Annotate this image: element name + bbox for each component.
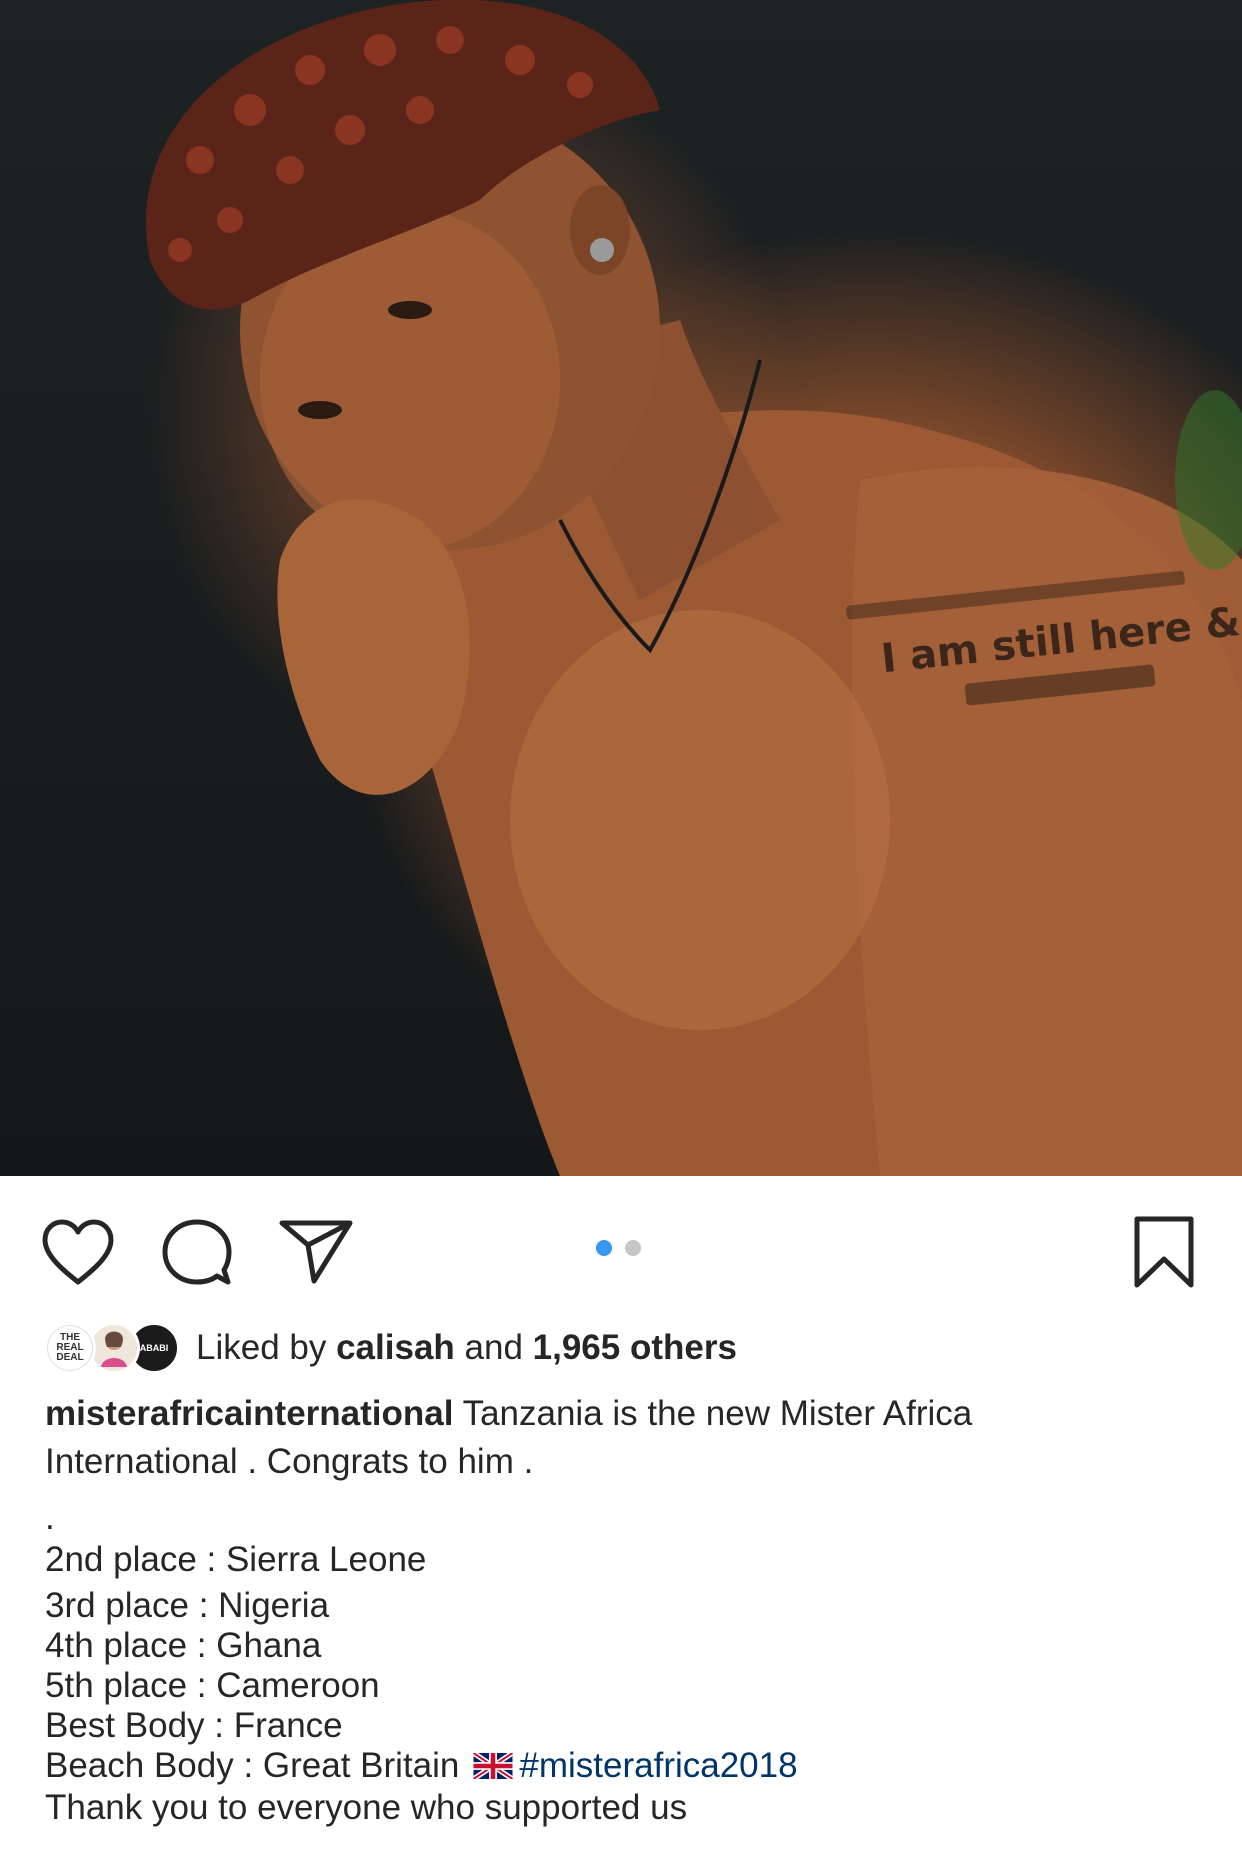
caption-line: Beach Body : Great Britain #misterafrica2… — [45, 1746, 1205, 1788]
likes-connector: and — [454, 1328, 533, 1367]
share-button[interactable] — [276, 1212, 356, 1292]
uk-flag-icon — [472, 1748, 515, 1788]
caption-line: 2nd place : Sierra Leone — [45, 1540, 427, 1579]
send-icon — [279, 1220, 353, 1284]
caption-text: Tanzania is the new Mister Africa — [462, 1394, 973, 1433]
avatar-text: ABABI — [139, 1343, 169, 1353]
caption-username[interactable]: misterafricainternational — [45, 1394, 453, 1433]
caption-line: Thank you to everyone who supported us — [45, 1787, 688, 1827]
bookmark-icon — [1134, 1216, 1194, 1288]
heart-icon — [42, 1219, 114, 1285]
caption-line: Best Body : France — [45, 1706, 343, 1745]
hashtag-link[interactable]: #misterafrica2018 — [519, 1746, 797, 1785]
carousel-dot[interactable] — [625, 1240, 641, 1256]
caption-text: Beach Body : Great Britain — [45, 1746, 460, 1785]
post-action-bar — [0, 1176, 1242, 1326]
comment-button[interactable] — [157, 1212, 237, 1292]
carousel-indicator — [596, 1240, 641, 1256]
likes-text: Liked by calisah and 1,965 others — [196, 1328, 737, 1368]
avatar-illustration — [101, 1331, 127, 1367]
liker-avatars[interactable]: THE REAL DEAL ABABI — [44, 1320, 184, 1376]
caption-line: 3rd place : Nigeria — [45, 1586, 330, 1625]
carousel-dot-active[interactable] — [596, 1240, 612, 1256]
like-button[interactable] — [38, 1212, 118, 1292]
caption-line: misterafricainternational Tanzania is th… — [45, 1390, 1205, 1438]
avatar[interactable]: THE REAL DEAL — [44, 1322, 96, 1374]
caption-line: 5th place : Cameroon — [45, 1666, 380, 1705]
avatar-text: THE REAL DEAL — [56, 1332, 84, 1363]
save-button[interactable] — [1124, 1212, 1204, 1292]
post-photo[interactable]: I am still here & safe. — [0, 0, 1242, 1176]
caption-line: 4th place : Ghana — [45, 1626, 322, 1665]
post-caption: misterafricainternational Tanzania is th… — [45, 1390, 1205, 1828]
caption-line: International . Congrats to him . — [45, 1442, 534, 1481]
liker-username[interactable]: calisah — [336, 1328, 455, 1367]
likes-row[interactable]: THE REAL DEAL ABABI Liked by calisah and… — [44, 1320, 737, 1376]
photo-illustration: I am still here & safe. — [145, 0, 1242, 1176]
likes-count[interactable]: 1,965 others — [533, 1328, 737, 1367]
comment-icon — [162, 1219, 232, 1285]
likes-prefix: Liked by — [196, 1328, 337, 1367]
